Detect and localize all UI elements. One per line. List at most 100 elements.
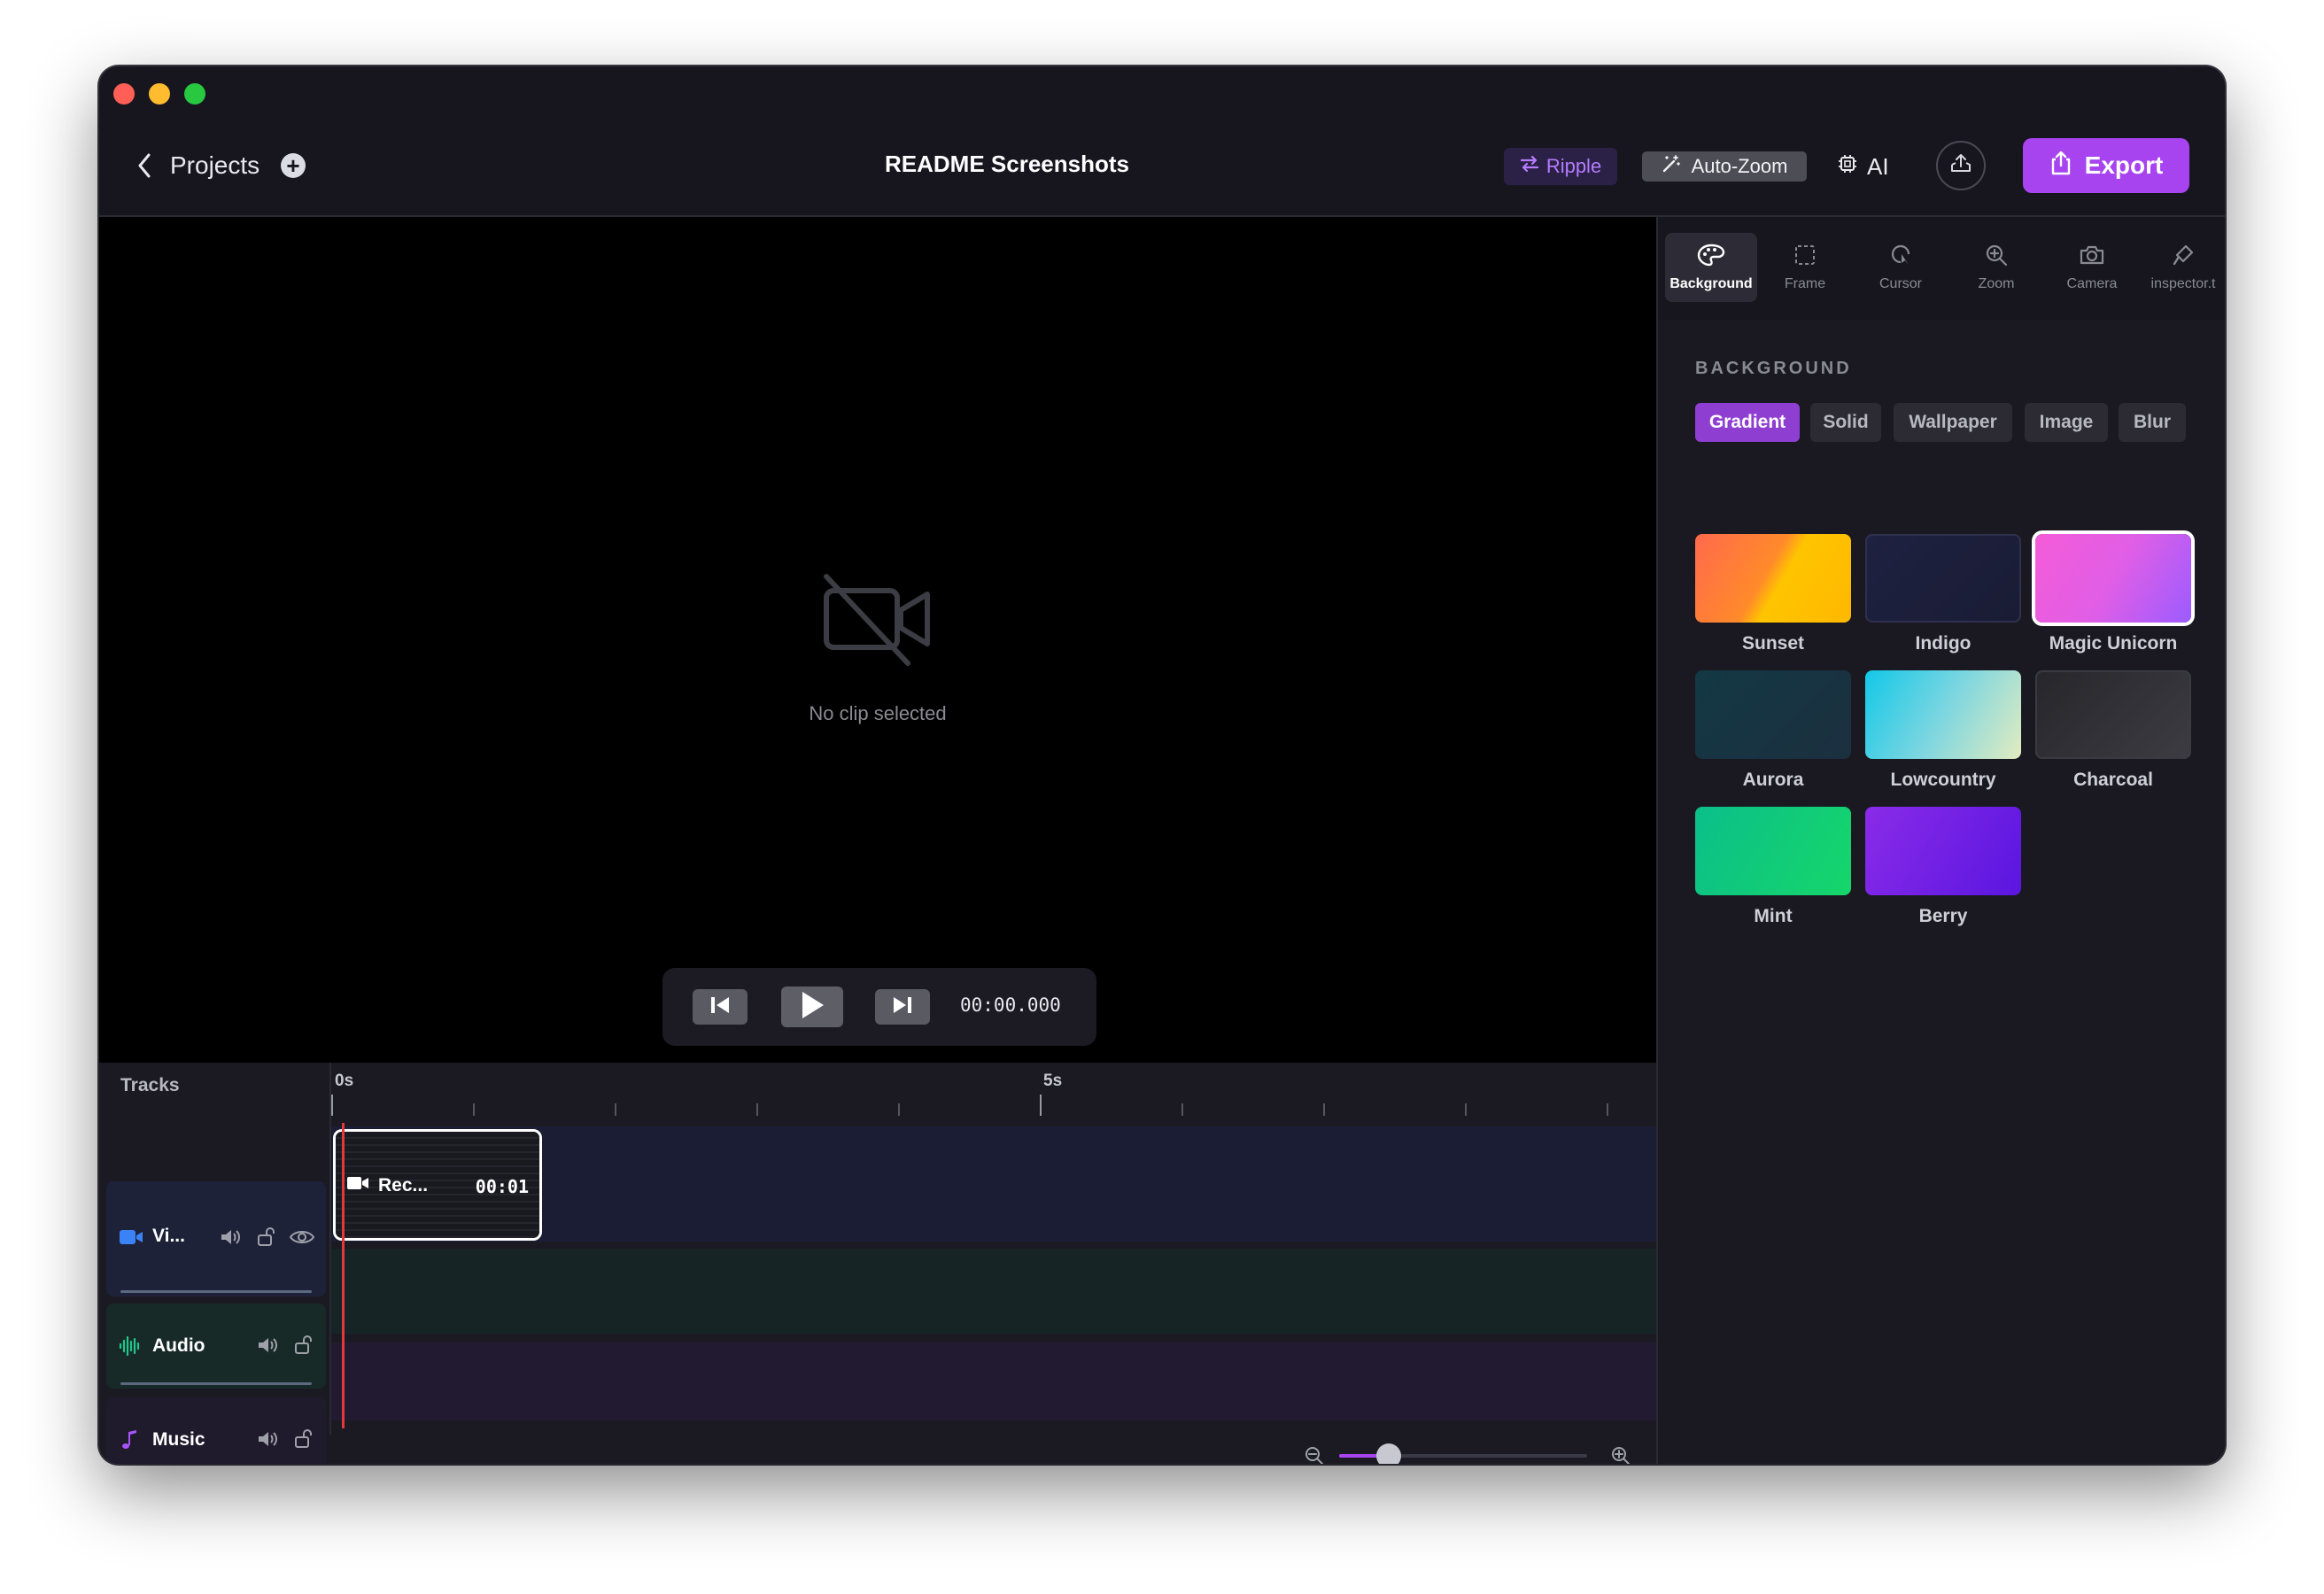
segment-gradient[interactable]: Gradient <box>1695 403 1800 442</box>
swatch-indigo[interactable] <box>1865 534 2021 623</box>
swatch-label: Indigo <box>1915 633 1972 654</box>
play-icon <box>799 990 825 1025</box>
skip-forward-icon <box>891 995 914 1019</box>
preview-canvas[interactable]: No clip selected 00:00.000 <box>99 217 1656 1063</box>
ruler-tick <box>331 1095 333 1116</box>
music-note-icon <box>120 1429 140 1455</box>
ruler-label-0s: 0s <box>335 1072 354 1090</box>
swatch-label: Charcoal <box>2073 770 2153 790</box>
tab-label: Frame <box>1784 275 1826 291</box>
brush-icon <box>2172 244 2195 271</box>
ruler-tick <box>1181 1103 1183 1116</box>
palette-icon <box>1697 244 1725 271</box>
tab-camera[interactable]: Camera <box>2046 233 2138 302</box>
ruler-tick <box>473 1103 475 1116</box>
tab-label: Background <box>1669 275 1753 291</box>
speaker-icon[interactable] <box>257 1335 280 1359</box>
unlock-icon[interactable] <box>294 1334 314 1359</box>
export-button[interactable]: Export <box>2023 138 2189 193</box>
ripple-toggle-button[interactable]: Ripple <box>1504 148 1617 185</box>
segment-blur[interactable]: Blur <box>2119 403 2186 442</box>
swatch-charcoal[interactable] <box>2035 670 2191 759</box>
minimize-window-button[interactable] <box>149 83 170 104</box>
video-camera-icon <box>119 1227 143 1251</box>
zoom-window-button[interactable] <box>184 83 205 104</box>
zoom-slider-thumb[interactable] <box>1376 1443 1401 1464</box>
track-volume-bar[interactable] <box>120 1382 312 1385</box>
swatch-label: Berry <box>1918 906 1968 926</box>
zoom-in-icon[interactable] <box>1610 1445 1631 1464</box>
swatch-aurora[interactable] <box>1695 670 1851 759</box>
zoom-out-icon[interactable] <box>1304 1445 1325 1464</box>
skip-back-button[interactable] <box>693 989 748 1025</box>
export-label: Export <box>2084 151 2164 179</box>
clip-duration: 00:01 <box>475 1176 529 1197</box>
audio-track-header[interactable]: Audio <box>106 1304 326 1389</box>
timeline-zoom-control <box>1304 1443 1658 1464</box>
app-window: Projects + README Screenshots Ripple Aut… <box>99 66 2225 1464</box>
skip-back-icon <box>709 995 732 1019</box>
upload-tray-icon <box>1948 151 1973 181</box>
back-to-projects-button[interactable]: Projects <box>131 148 260 183</box>
segment-wallpaper[interactable]: Wallpaper <box>1894 403 2012 442</box>
share-button[interactable] <box>1936 141 1986 190</box>
ai-label: AI <box>1867 152 1889 180</box>
video-off-icon <box>819 571 934 669</box>
unlock-icon[interactable] <box>257 1226 276 1251</box>
music-track-lane[interactable] <box>331 1343 1656 1420</box>
add-project-button[interactable]: + <box>281 153 306 178</box>
auto-zoom-label: Auto-Zoom <box>1691 155 1788 177</box>
unlock-icon[interactable] <box>294 1428 314 1453</box>
swatch-lowcountry[interactable] <box>1865 670 2021 759</box>
zoom-icon <box>1985 244 2008 271</box>
track-name: Vi... <box>152 1226 185 1246</box>
tab-background[interactable]: Background <box>1665 233 1757 302</box>
skip-forward-button[interactable] <box>875 989 930 1025</box>
title-bar: Projects + README Screenshots Ripple Aut… <box>99 66 2225 217</box>
tab-zoom[interactable]: Zoom <box>1950 233 2042 302</box>
video-clip[interactable]: Rec... 00:01 <box>333 1129 542 1241</box>
swatch-mint[interactable] <box>1695 807 1851 895</box>
swatch-sunset[interactable] <box>1695 534 1851 623</box>
ripple-icon <box>1520 155 1539 178</box>
time-ruler[interactable]: 0s 5s <box>331 1063 1656 1116</box>
speaker-icon[interactable] <box>220 1227 243 1251</box>
ruler-tick <box>756 1103 758 1116</box>
section-heading: BACKGROUND <box>1695 359 1852 378</box>
audio-track-lane[interactable] <box>331 1249 1656 1334</box>
swatch-label: Magic Unicorn <box>2049 633 2178 654</box>
tab-frame[interactable]: Frame <box>1759 233 1851 302</box>
magic-wand-icon <box>1662 154 1681 179</box>
tab-cursor[interactable]: Cursor <box>1855 233 1947 302</box>
segment-image[interactable]: Image <box>2025 403 2108 442</box>
swatch-magic-unicorn[interactable] <box>2035 534 2191 623</box>
tab-label: Cursor <box>1879 275 1922 291</box>
empty-state-text: No clip selected <box>809 702 947 724</box>
close-window-button[interactable] <box>113 83 135 104</box>
clip-name: Rec... <box>378 1175 429 1196</box>
eye-icon[interactable] <box>289 1227 315 1251</box>
tracks-heading: Tracks <box>120 1075 180 1095</box>
track-volume-bar[interactable] <box>120 1290 312 1293</box>
tab-inspector-t[interactable]: inspector.t <box>2140 233 2225 302</box>
ruler-label-5s: 5s <box>1043 1072 1063 1090</box>
playback-timecode: 00:00.000 <box>960 994 1061 1016</box>
track-name: Audio <box>152 1335 205 1356</box>
auto-zoom-button[interactable]: Auto-Zoom <box>1642 151 1807 182</box>
share-icon <box>2049 150 2072 182</box>
swatch-label: Sunset <box>1741 633 1804 654</box>
speaker-icon[interactable] <box>257 1429 280 1453</box>
document-title: README Screenshots <box>885 151 1129 177</box>
timeline-panel: Tracks 0s 5s Vi... Audio Music <box>99 1063 1656 1464</box>
playhead[interactable] <box>342 1123 345 1428</box>
swatch-label: Aurora <box>1742 770 1804 790</box>
ruler-tick <box>1465 1103 1467 1116</box>
swatch-berry[interactable] <box>1865 807 2021 895</box>
music-track-header[interactable]: Music <box>106 1397 326 1464</box>
zoom-slider-track[interactable] <box>1339 1443 1587 1464</box>
ai-button[interactable]: AI <box>1837 148 1889 185</box>
ripple-label: Ripple <box>1545 155 1602 177</box>
segment-solid[interactable]: Solid <box>1810 403 1881 442</box>
clip-label-group: Rec... <box>346 1174 428 1197</box>
play-button[interactable] <box>781 987 843 1027</box>
